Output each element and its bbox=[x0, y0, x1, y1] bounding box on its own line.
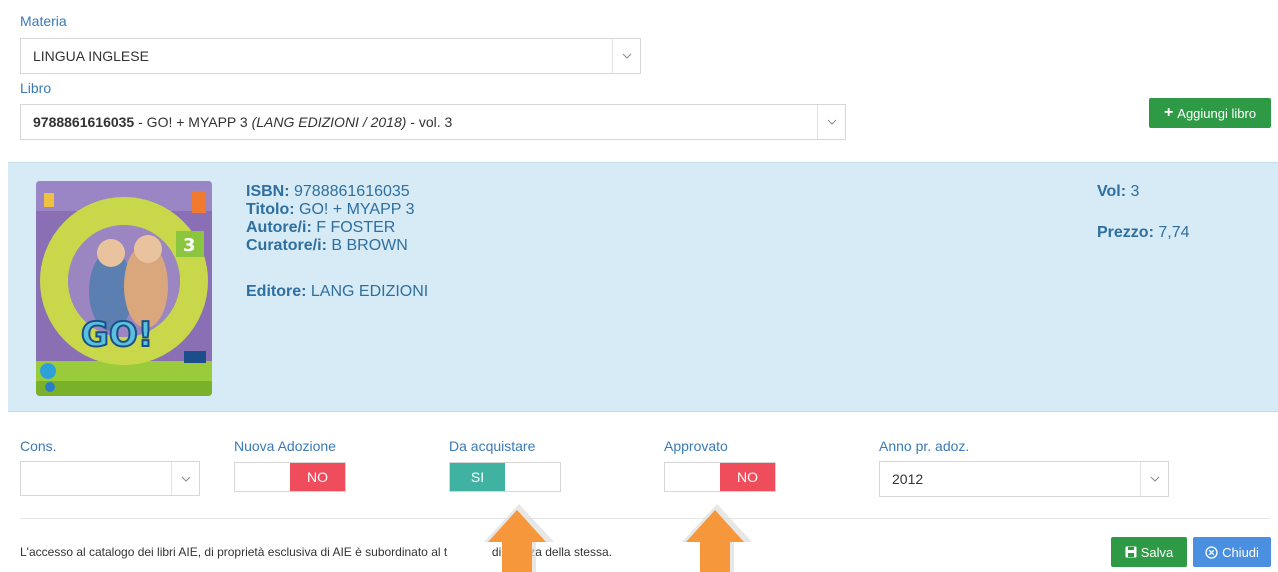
anno-value: 2012 bbox=[892, 471, 924, 487]
autore-line: Autore/i: F FOSTER bbox=[246, 219, 395, 236]
arrow-up-icon bbox=[682, 504, 752, 572]
chevron-down-icon bbox=[1140, 462, 1168, 496]
da-acquistare-toggle[interactable]: SI bbox=[449, 462, 561, 492]
add-book-label: Aggiungi libro bbox=[1177, 105, 1257, 121]
vol-label: Vol: bbox=[1097, 183, 1127, 200]
libro-publisher: (LANG EDIZIONI / 2018) bbox=[251, 114, 407, 130]
prezzo-label: Prezzo: bbox=[1097, 224, 1154, 241]
chevron-down-icon bbox=[171, 462, 199, 495]
arrow-up-icon bbox=[484, 504, 554, 572]
approvato-toggle[interactable]: NO bbox=[664, 462, 776, 492]
toggle-off-side bbox=[505, 463, 560, 491]
libro-value: 9788861616035 - GO! + MYAPP 3 (LANG EDIZ… bbox=[33, 114, 452, 130]
libro-select[interactable]: 9788861616035 - GO! + MYAPP 3 (LANG EDIZ… bbox=[20, 104, 846, 140]
toggle-off-side bbox=[235, 463, 290, 491]
libro-isbn: 9788861616035 bbox=[33, 114, 135, 130]
da-acquistare-label: Da acquistare bbox=[449, 438, 536, 454]
save-label: Salva bbox=[1140, 544, 1174, 560]
curatore-label: Curatore/i: bbox=[246, 237, 327, 254]
isbn-value: 9788861616035 bbox=[289, 183, 410, 200]
toggle-value: NO bbox=[720, 463, 775, 491]
chevron-down-icon bbox=[612, 39, 640, 73]
curatore-line: Curatore/i: B BROWN bbox=[246, 237, 408, 254]
cons-label: Cons. bbox=[20, 438, 57, 454]
editore-line: Editore: LANG EDIZIONI bbox=[246, 283, 428, 300]
vol-line: Vol: 3 bbox=[1097, 183, 1139, 200]
materia-value: LINGUA INGLESE bbox=[33, 48, 149, 64]
libro-title: - GO! + MYAPP 3 bbox=[134, 114, 252, 130]
plus-icon: + bbox=[1163, 104, 1174, 121]
cons-select[interactable] bbox=[20, 461, 200, 496]
titolo-label: Titolo: bbox=[246, 201, 295, 218]
isbn-label: ISBN: bbox=[246, 183, 290, 200]
curatore-value: B BROWN bbox=[326, 237, 408, 254]
nuova-adozione-toggle[interactable]: NO bbox=[234, 462, 346, 492]
approvato-label: Approvato bbox=[664, 438, 728, 454]
close-button[interactable]: Chiudi bbox=[1193, 537, 1271, 567]
libro-label: Libro bbox=[20, 80, 52, 96]
editore-label: Editore: bbox=[246, 283, 307, 300]
anno-label: Anno pr. adoz. bbox=[879, 438, 970, 454]
divider bbox=[20, 518, 1270, 519]
chevron-down-icon bbox=[817, 105, 845, 139]
editore-value: LANG EDIZIONI bbox=[306, 283, 429, 300]
toggle-value: SI bbox=[450, 463, 505, 491]
materia-label: Materia bbox=[20, 13, 67, 29]
materia-select[interactable]: LINGUA INGLESE bbox=[20, 38, 641, 74]
titolo-value: GO! + MYAPP 3 bbox=[294, 201, 415, 218]
vol-value: 3 bbox=[1126, 183, 1140, 200]
anno-select[interactable]: 2012 bbox=[879, 461, 1169, 497]
toggle-off-side bbox=[665, 463, 720, 491]
close-label: Chiudi bbox=[1222, 544, 1259, 560]
close-circle-icon bbox=[1205, 545, 1218, 559]
save-button[interactable]: Salva bbox=[1111, 537, 1187, 567]
autore-label: Autore/i: bbox=[246, 219, 312, 236]
add-book-button[interactable]: + Aggiungi libro bbox=[1149, 98, 1271, 128]
prezzo-line: Prezzo: 7,74 bbox=[1097, 224, 1190, 241]
isbn-line: ISBN: 9788861616035 bbox=[246, 183, 410, 200]
license-text: L'accesso al catalogo dei libri AIE, di … bbox=[20, 545, 448, 559]
prezzo-value: 7,74 bbox=[1153, 224, 1190, 241]
autore-value: F FOSTER bbox=[311, 219, 396, 236]
floppy-disk-icon bbox=[1125, 546, 1137, 558]
nuova-adozione-label: Nuova Adozione bbox=[234, 438, 336, 454]
titolo-line: Titolo: GO! + MYAPP 3 bbox=[246, 201, 414, 218]
toggle-value: NO bbox=[290, 463, 345, 491]
libro-vol: - vol. 3 bbox=[406, 114, 453, 130]
svg-text:GO!: GO! bbox=[81, 315, 153, 355]
svg-text:3: 3 bbox=[183, 235, 196, 256]
book-cover-image: GO! 3 bbox=[36, 181, 212, 396]
